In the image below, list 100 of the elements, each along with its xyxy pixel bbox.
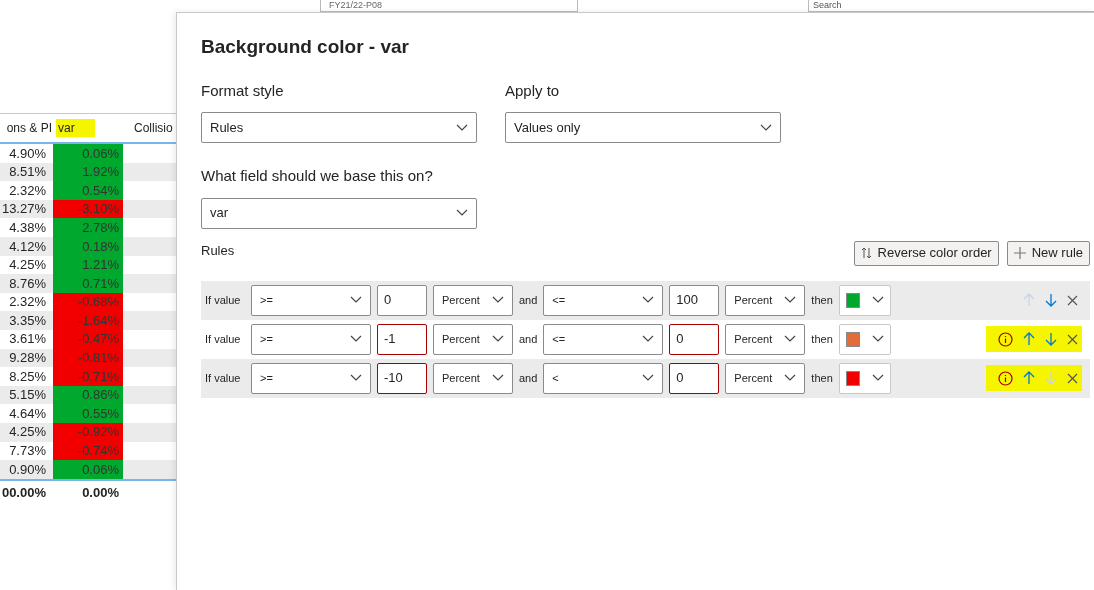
table-cell-text: 0.90% xyxy=(8,460,47,479)
color-picker[interactable] xyxy=(838,362,891,394)
operator-dropdown[interactable]: >= xyxy=(251,284,371,316)
chevron-down-icon xyxy=(492,296,504,304)
and-label: and xyxy=(519,331,538,347)
chevron-down-icon xyxy=(456,123,468,132)
operator-dropdown[interactable]: < xyxy=(543,362,664,394)
chevron-down-icon xyxy=(350,296,362,304)
chevron-down-icon xyxy=(760,123,772,132)
table-cell-text: 4.38% xyxy=(8,218,47,237)
if-value-label: If value xyxy=(205,292,242,308)
close-icon[interactable] xyxy=(1067,294,1078,306)
sort-arrows-icon xyxy=(860,247,872,259)
chevron-down-icon xyxy=(784,335,797,343)
column-header[interactable]: Collisio xyxy=(132,119,175,137)
period-dropdown[interactable]: FY21/22-P08 xyxy=(320,0,578,12)
table-cell: 2.78% xyxy=(53,218,123,237)
apply-to-dropdown[interactable]: Values only xyxy=(505,112,781,143)
chevron-down-icon xyxy=(492,335,504,343)
unit-dropdown[interactable]: Percent xyxy=(725,284,806,316)
color-picker[interactable] xyxy=(838,284,891,316)
chevron-down-icon xyxy=(350,374,362,382)
total-cell-text: 0.00% xyxy=(81,483,120,502)
number-field[interactable]: 0 xyxy=(669,362,720,394)
table-cell-text: 2.32% xyxy=(8,181,47,200)
arrow-down-icon[interactable] xyxy=(1045,293,1057,307)
table-cell-text: 7.73% xyxy=(8,442,47,461)
search-field[interactable]: Search xyxy=(808,0,1094,12)
chevron-down-icon xyxy=(642,296,655,304)
table-cell-text: 13.27% xyxy=(0,200,47,219)
field-label: Format style xyxy=(201,80,285,101)
table-cell: 0.54% xyxy=(53,181,123,200)
chevron-down-icon xyxy=(784,296,797,304)
rules-label: Rules xyxy=(201,242,235,261)
total-cell-text: 00.00% xyxy=(0,483,47,502)
reverse-color-order-button[interactable]: Reverse color order xyxy=(853,240,999,266)
close-icon[interactable] xyxy=(1067,372,1078,384)
then-label: then xyxy=(811,331,833,347)
table-cell-text: 2.32% xyxy=(8,293,47,312)
table-cell-text: 9.28% xyxy=(8,349,47,368)
unit-dropdown[interactable]: Percent xyxy=(433,323,513,355)
number-field[interactable]: -1 xyxy=(377,323,427,355)
column-header[interactable]: var xyxy=(56,119,95,137)
table-cell-text: 4.25% xyxy=(8,423,47,442)
table-cell-text: 3.61% xyxy=(8,330,47,349)
arrow-down-icon[interactable] xyxy=(1045,332,1057,346)
operator-dropdown[interactable]: <= xyxy=(543,323,664,355)
chevron-down-icon xyxy=(871,374,884,382)
chevron-down-icon xyxy=(492,374,504,382)
base-field-dropdown[interactable]: var xyxy=(201,197,477,229)
unit-dropdown[interactable]: Percent xyxy=(433,362,513,394)
table-cell: 0.06% xyxy=(53,144,123,163)
number-field[interactable]: 0 xyxy=(377,284,427,316)
chevron-down-icon xyxy=(784,374,797,382)
number-field[interactable]: -10 xyxy=(377,362,427,394)
chevron-down-icon xyxy=(642,335,655,343)
table-cell-text: 4.90% xyxy=(8,144,47,163)
if-value-label: If value xyxy=(205,331,242,347)
table-cell: -1.64% xyxy=(53,311,123,330)
if-value-label: If value xyxy=(205,370,242,386)
chevron-down-icon xyxy=(456,209,468,217)
close-icon[interactable] xyxy=(1067,333,1078,345)
arrow-up-icon[interactable] xyxy=(1023,332,1035,346)
new-rule-button[interactable]: New rule xyxy=(1006,240,1090,266)
unit-dropdown[interactable]: Percent xyxy=(725,362,806,394)
column-header[interactable]: ons & PI xyxy=(6,119,54,137)
format-style-dropdown[interactable]: Rules xyxy=(201,112,477,143)
table-cell-text: 4.12% xyxy=(8,237,47,256)
chevron-down-icon xyxy=(642,374,655,382)
operator-dropdown[interactable]: >= xyxy=(251,323,371,355)
chevron-down-icon xyxy=(350,335,362,343)
number-field[interactable]: 0 xyxy=(669,323,720,355)
number-field[interactable]: 100 xyxy=(669,284,720,316)
then-label: then xyxy=(811,292,833,308)
table-cell-text: 8.25% xyxy=(8,367,47,386)
table-cell: -0.71% xyxy=(53,367,123,386)
table-cell-text: 3.35% xyxy=(8,311,47,330)
table-cell: 0.55% xyxy=(53,404,123,423)
then-label: then xyxy=(811,370,833,386)
table-cell: 0.71% xyxy=(53,274,123,293)
plus-icon xyxy=(1013,247,1026,259)
table-cell-text: 4.25% xyxy=(8,256,47,275)
table-cell-text: 8.76% xyxy=(8,274,47,293)
unit-dropdown[interactable]: Percent xyxy=(725,323,806,355)
and-label: and xyxy=(519,370,538,386)
field-label: Apply to xyxy=(505,80,561,101)
table-cell: 0.06% xyxy=(53,460,123,479)
operator-dropdown[interactable]: >= xyxy=(251,362,371,394)
table-cell-text: 8.51% xyxy=(8,163,47,182)
dialog-title: Background color - var xyxy=(201,35,410,59)
unit-dropdown[interactable]: Percent xyxy=(433,284,513,316)
field-label: What field should we base this on? xyxy=(201,166,434,186)
chevron-down-icon xyxy=(871,296,884,304)
operator-dropdown[interactable]: <= xyxy=(543,284,664,316)
arrow-up-icon[interactable] xyxy=(1023,371,1035,385)
color-picker[interactable] xyxy=(838,323,891,355)
and-label: and xyxy=(519,292,538,308)
table-cell-text: 5.15% xyxy=(8,386,47,405)
chevron-down-icon xyxy=(871,335,884,343)
table-cell-text: 4.64% xyxy=(8,404,47,423)
